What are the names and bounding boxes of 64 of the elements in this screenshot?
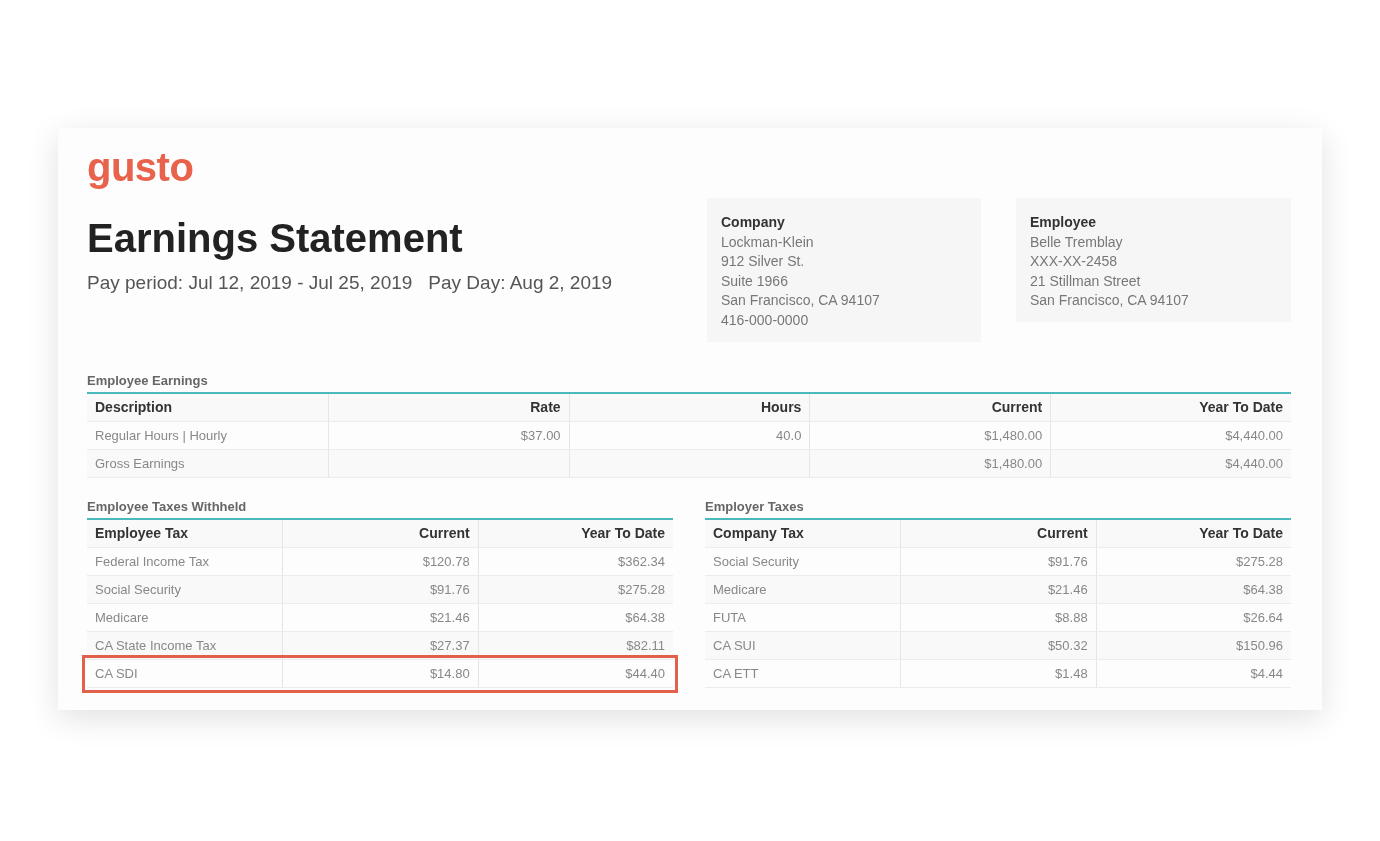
address-line: 416-000-0000 bbox=[721, 310, 810, 330]
column-header: Description bbox=[94, 398, 173, 417]
address-line: Belle Tremblay bbox=[1030, 232, 1124, 252]
table-cell-text: Social Security bbox=[712, 553, 800, 571]
column-header: Employee Tax bbox=[94, 524, 190, 543]
column-header: Company Tax bbox=[712, 524, 805, 543]
table-cell-text: CA ETT bbox=[712, 665, 760, 683]
table-cell: $120.78 bbox=[282, 548, 478, 575]
table-cell: $64.38 bbox=[1095, 576, 1291, 603]
table-cell: $26.64 bbox=[1095, 604, 1291, 631]
table-cell: $1,480.00 bbox=[809, 422, 1051, 449]
table-cell-text: Federal Income Tax bbox=[94, 553, 210, 571]
table-cell: $37.00 bbox=[327, 422, 569, 449]
logo: gusto bbox=[87, 144, 195, 191]
address-line: Suite 1966 bbox=[721, 271, 789, 291]
pay-period: Pay period: Jul 12, 2019 - Jul 25, 2019 bbox=[87, 272, 413, 294]
statement-title: Earnings Statement bbox=[87, 215, 464, 262]
column-header: Current bbox=[809, 394, 1051, 421]
table-cell: $14.80 bbox=[282, 660, 478, 687]
address-line: San Francisco, CA 94107 bbox=[1030, 291, 1190, 310]
table-cell: $362.34 bbox=[477, 548, 673, 575]
table-cell: $275.28 bbox=[1095, 548, 1291, 575]
address-label: Company bbox=[721, 213, 786, 232]
table-cell-text: Regular Hours | Hourly bbox=[94, 427, 228, 445]
table-cell: $91.76 bbox=[282, 576, 478, 603]
table-cell: $21.46 bbox=[900, 576, 1096, 603]
table-cell: $27.37 bbox=[282, 632, 478, 659]
table-cell-text: Gross Earnings bbox=[94, 455, 186, 473]
address-line: 912 Silver St. bbox=[721, 252, 806, 271]
table-cell: $275.28 bbox=[477, 576, 673, 603]
address-line: San Francisco, CA 94107 bbox=[721, 291, 881, 310]
table-cell: $82.11 bbox=[477, 632, 673, 659]
table-cell-text: Medicare bbox=[94, 609, 150, 627]
table-cell-text: CA SDI bbox=[94, 665, 139, 683]
table-cell: $44.40 bbox=[477, 660, 673, 687]
column-header: Current bbox=[282, 520, 478, 547]
table-cell: $91.76 bbox=[900, 548, 1096, 575]
address-line: 21 Stillman Street bbox=[1030, 271, 1142, 291]
column-header: Current bbox=[900, 520, 1096, 547]
table-cell-text: CA State Income Tax bbox=[94, 637, 218, 655]
table-cell: $8.88 bbox=[900, 604, 1096, 631]
table-cell: $4,440.00 bbox=[1050, 422, 1291, 449]
column-header: Rate bbox=[327, 394, 569, 421]
table-cell: $4,440.00 bbox=[1050, 450, 1291, 477]
table-cell: $50.32 bbox=[900, 632, 1096, 659]
table-cell-text: Medicare bbox=[712, 581, 768, 599]
table-cell: $150.96 bbox=[1095, 632, 1291, 659]
column-header: Year To Date bbox=[1095, 520, 1291, 547]
address-line: XXX-XX-2458 bbox=[1030, 252, 1119, 271]
table-cell: $21.46 bbox=[282, 604, 478, 631]
table-cell-text: FUTA bbox=[712, 609, 747, 627]
table-cell-text: CA SUI bbox=[712, 637, 757, 655]
address-line: Lockman-Klein bbox=[721, 232, 815, 252]
table-cell: $1.48 bbox=[900, 660, 1096, 687]
address-label: Employee bbox=[1030, 213, 1098, 232]
table-cell: $64.38 bbox=[477, 604, 673, 631]
table-cell: $4.44 bbox=[1095, 660, 1291, 687]
table-cell: 40.0 bbox=[568, 422, 810, 449]
table-cell-text: Social Security bbox=[94, 581, 182, 599]
column-header: Year To Date bbox=[1050, 394, 1291, 421]
pay-day: Pay Day: Aug 2, 2019 bbox=[428, 272, 613, 294]
column-header: Year To Date bbox=[477, 520, 673, 547]
column-header: Hours bbox=[568, 394, 810, 421]
table-cell: $1,480.00 bbox=[809, 450, 1051, 477]
